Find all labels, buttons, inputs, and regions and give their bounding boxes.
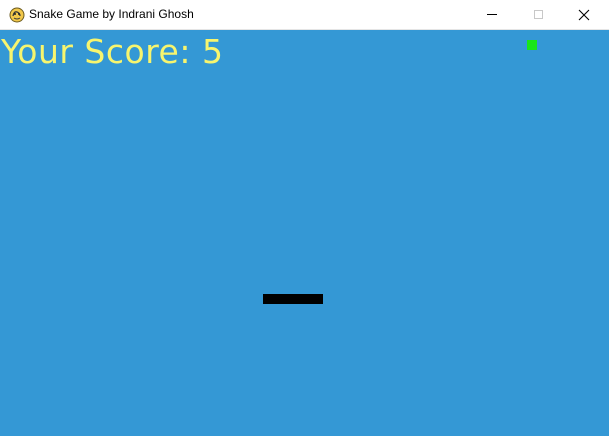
score-label: Your Score: 5	[1, 32, 224, 71]
window-title: Snake Game by Indrani Ghosh	[29, 7, 194, 21]
game-canvas[interactable]: Your Score: 5	[0, 30, 609, 436]
snake-segment	[303, 294, 313, 304]
snake-segment	[293, 294, 303, 304]
maximize-icon	[533, 10, 543, 19]
title-bar[interactable]: Snake Game by Indrani Ghosh	[0, 0, 609, 30]
python-snake-icon	[9, 7, 25, 23]
snake-segment	[313, 294, 323, 304]
snake-segment	[263, 294, 273, 304]
minimize-button[interactable]	[469, 0, 515, 29]
snake-segment	[273, 294, 283, 304]
close-icon	[578, 9, 590, 20]
snake	[263, 294, 323, 304]
minimize-icon	[487, 14, 497, 15]
maximize-button[interactable]	[515, 0, 561, 29]
food-pellet	[527, 40, 537, 50]
close-button[interactable]	[561, 0, 607, 29]
game-window: Snake Game by Indrani Ghosh Your Score: …	[0, 0, 609, 436]
snake-segment	[283, 294, 293, 304]
